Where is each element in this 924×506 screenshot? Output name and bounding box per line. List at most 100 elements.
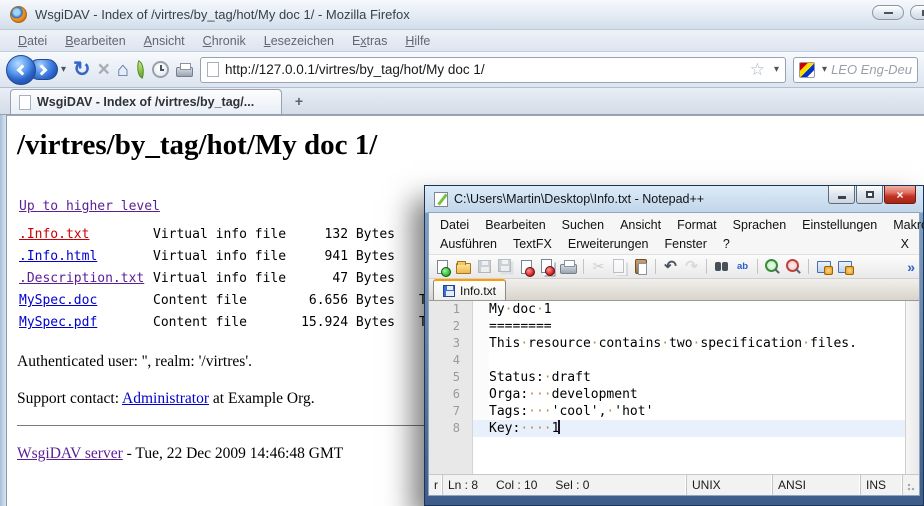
line-text: Orga:···development: [489, 386, 905, 403]
editor-line[interactable]: 8Key:····1: [429, 420, 905, 437]
back-button[interactable]: [6, 55, 36, 85]
line-number: 6: [429, 386, 473, 403]
minimize-button[interactable]: [872, 5, 904, 20]
npp-menu-ansicht[interactable]: Ansicht: [613, 217, 668, 233]
find-button[interactable]: [712, 257, 731, 276]
tab-info-txt[interactable]: Info.txt: [433, 279, 506, 300]
file-link[interactable]: .Description.txt: [19, 268, 153, 290]
npp-menu-textfx[interactable]: TextFX: [506, 236, 559, 252]
wsgidav-server-link[interactable]: WsgiDAV server: [17, 445, 123, 462]
text-caret: [558, 420, 560, 434]
url-bar[interactable]: http://127.0.0.1/virtres/by_tag/hot/My d…: [200, 57, 786, 83]
npp-menu-format[interactable]: Format: [670, 217, 724, 233]
npp-menu-makro[interactable]: Makro: [886, 217, 924, 233]
npp-menu-fenster[interactable]: Fenster: [658, 236, 714, 252]
minimize-button[interactable]: [828, 186, 855, 204]
menu-item-ansicht[interactable]: Ansicht: [136, 32, 193, 50]
editor-line[interactable]: 1My·doc·1: [429, 301, 905, 318]
home-button[interactable]: ⌂: [117, 60, 129, 80]
menu-item-datei[interactable]: Datei: [10, 32, 55, 50]
bookmark-margin: [473, 386, 489, 403]
save-all-button[interactable]: [496, 257, 515, 276]
resize-grip[interactable]: [903, 475, 919, 495]
print-icon[interactable]: [176, 67, 193, 77]
editor-line[interactable]: 7Tags:···'cool',·'hot': [429, 403, 905, 420]
new-tab-button[interactable]: +: [286, 92, 312, 112]
open-file-button[interactable]: [454, 257, 473, 276]
close-file-button[interactable]: [517, 257, 536, 276]
file-size: 47 Bytes: [299, 268, 395, 290]
print-button[interactable]: [559, 257, 578, 276]
file-link[interactable]: MySpec.doc: [19, 290, 153, 312]
bookmark-margin: [473, 369, 489, 386]
npp-menu-sprachen[interactable]: Sprachen: [726, 217, 794, 233]
file-link[interactable]: .Info.html: [19, 246, 153, 268]
firefox-logo-icon: [10, 6, 27, 23]
new-file-button[interactable]: [433, 257, 452, 276]
file-link[interactable]: .Info.txt: [19, 224, 153, 246]
file-link[interactable]: MySpec.pdf: [19, 312, 153, 334]
toolbar-overflow-button[interactable]: »: [907, 259, 915, 275]
cut-button[interactable]: ✂: [589, 257, 608, 276]
whitespace-dot: ·: [520, 336, 528, 351]
stop-button[interactable]: ×: [98, 59, 110, 80]
vertical-scrollbar[interactable]: [905, 301, 919, 474]
save-button[interactable]: [475, 257, 494, 276]
editor-area[interactable]: 1My·doc·12========3This·resource·contain…: [429, 301, 919, 474]
editor-line[interactable]: 5Status:·draft: [429, 369, 905, 386]
npp-menu-ausfhren[interactable]: Ausführen: [433, 236, 504, 252]
menu-item-bearbeiten[interactable]: Bearbeiten: [57, 32, 133, 50]
bookmark-star-icon[interactable]: ☆: [750, 61, 765, 78]
file-type: Virtual info file: [153, 246, 299, 268]
npp-menu-datei[interactable]: Datei: [433, 217, 476, 233]
close-document-button[interactable]: X: [901, 237, 909, 251]
history-clock-icon[interactable]: [152, 61, 169, 78]
leaf-addon-icon[interactable]: [134, 60, 147, 79]
status-encoding: ANSI: [773, 475, 861, 495]
editor-line[interactable]: 3This·resource·contains·two·specificatio…: [429, 335, 905, 352]
menu-item-chronik[interactable]: Chronik: [195, 32, 254, 50]
leo-search-engine-icon[interactable]: [799, 62, 815, 78]
tab-wsgidav[interactable]: WsgiDAV - Index of /virtres/by_tag/...: [10, 89, 282, 114]
sync-vertical-scroll-button[interactable]: [814, 257, 833, 276]
editor-line[interactable]: 2========: [429, 318, 905, 335]
copy-icon: [613, 259, 624, 273]
paste-button[interactable]: [631, 257, 650, 276]
url-dropdown-icon[interactable]: ▾: [774, 64, 779, 75]
undo-button[interactable]: ↶: [661, 257, 680, 276]
npp-menu-?[interactable]: ?: [716, 236, 737, 252]
whitespace-dot: ·: [693, 336, 701, 351]
search-engine-dropdown-icon[interactable]: ▾: [822, 64, 827, 75]
replace-button[interactable]: ab: [733, 257, 752, 276]
favicon-page-icon: [207, 62, 219, 77]
search-box[interactable]: ▾ LEO Eng-Deu: [793, 57, 918, 83]
whitespace-dot: ·: [536, 404, 544, 419]
editor-line[interactable]: 6 Orga:···development: [429, 386, 905, 403]
whitespace-dot: ·: [802, 336, 810, 351]
firefox-tabbar: WsgiDAV - Index of /virtres/by_tag/... +: [0, 88, 924, 115]
history-dropdown-icon[interactable]: ▾: [61, 64, 66, 75]
close-button[interactable]: ×: [884, 186, 916, 204]
menu-item-hilfe[interactable]: Hilfe: [397, 32, 438, 50]
zoom-out-button[interactable]: [784, 257, 803, 276]
up-to-higher-level-link[interactable]: Up to higher level: [19, 199, 160, 214]
editor-line[interactable]: 4: [429, 352, 905, 369]
close-all-button[interactable]: [538, 257, 557, 276]
editor-lines[interactable]: 1My·doc·12========3This·resource·contain…: [429, 301, 905, 474]
zoom-in-button[interactable]: [763, 257, 782, 276]
npp-menu-einstellungen[interactable]: Einstellungen: [795, 217, 884, 233]
menu-item-lesezeichen[interactable]: Lesezeichen: [256, 32, 342, 50]
redo-button[interactable]: ↷: [682, 257, 701, 276]
reload-button[interactable]: ↻: [73, 59, 91, 80]
menu-item-extras[interactable]: Extras: [344, 32, 395, 50]
copy-button[interactable]: [610, 257, 629, 276]
npp-menu-bearbeiten[interactable]: Bearbeiten: [478, 217, 552, 233]
restore-button[interactable]: [856, 186, 883, 204]
url-text[interactable]: http://127.0.0.1/virtres/by_tag/hot/My d…: [225, 62, 744, 77]
npp-menu-erweiterungen[interactable]: Erweiterungen: [561, 236, 656, 252]
maximize-button[interactable]: [910, 5, 924, 20]
npp-menu-suchen[interactable]: Suchen: [555, 217, 611, 233]
sync-horizontal-scroll-button[interactable]: [835, 257, 854, 276]
administrator-link[interactable]: Administrator: [122, 390, 209, 407]
whitespace-dot: ·: [536, 421, 544, 436]
